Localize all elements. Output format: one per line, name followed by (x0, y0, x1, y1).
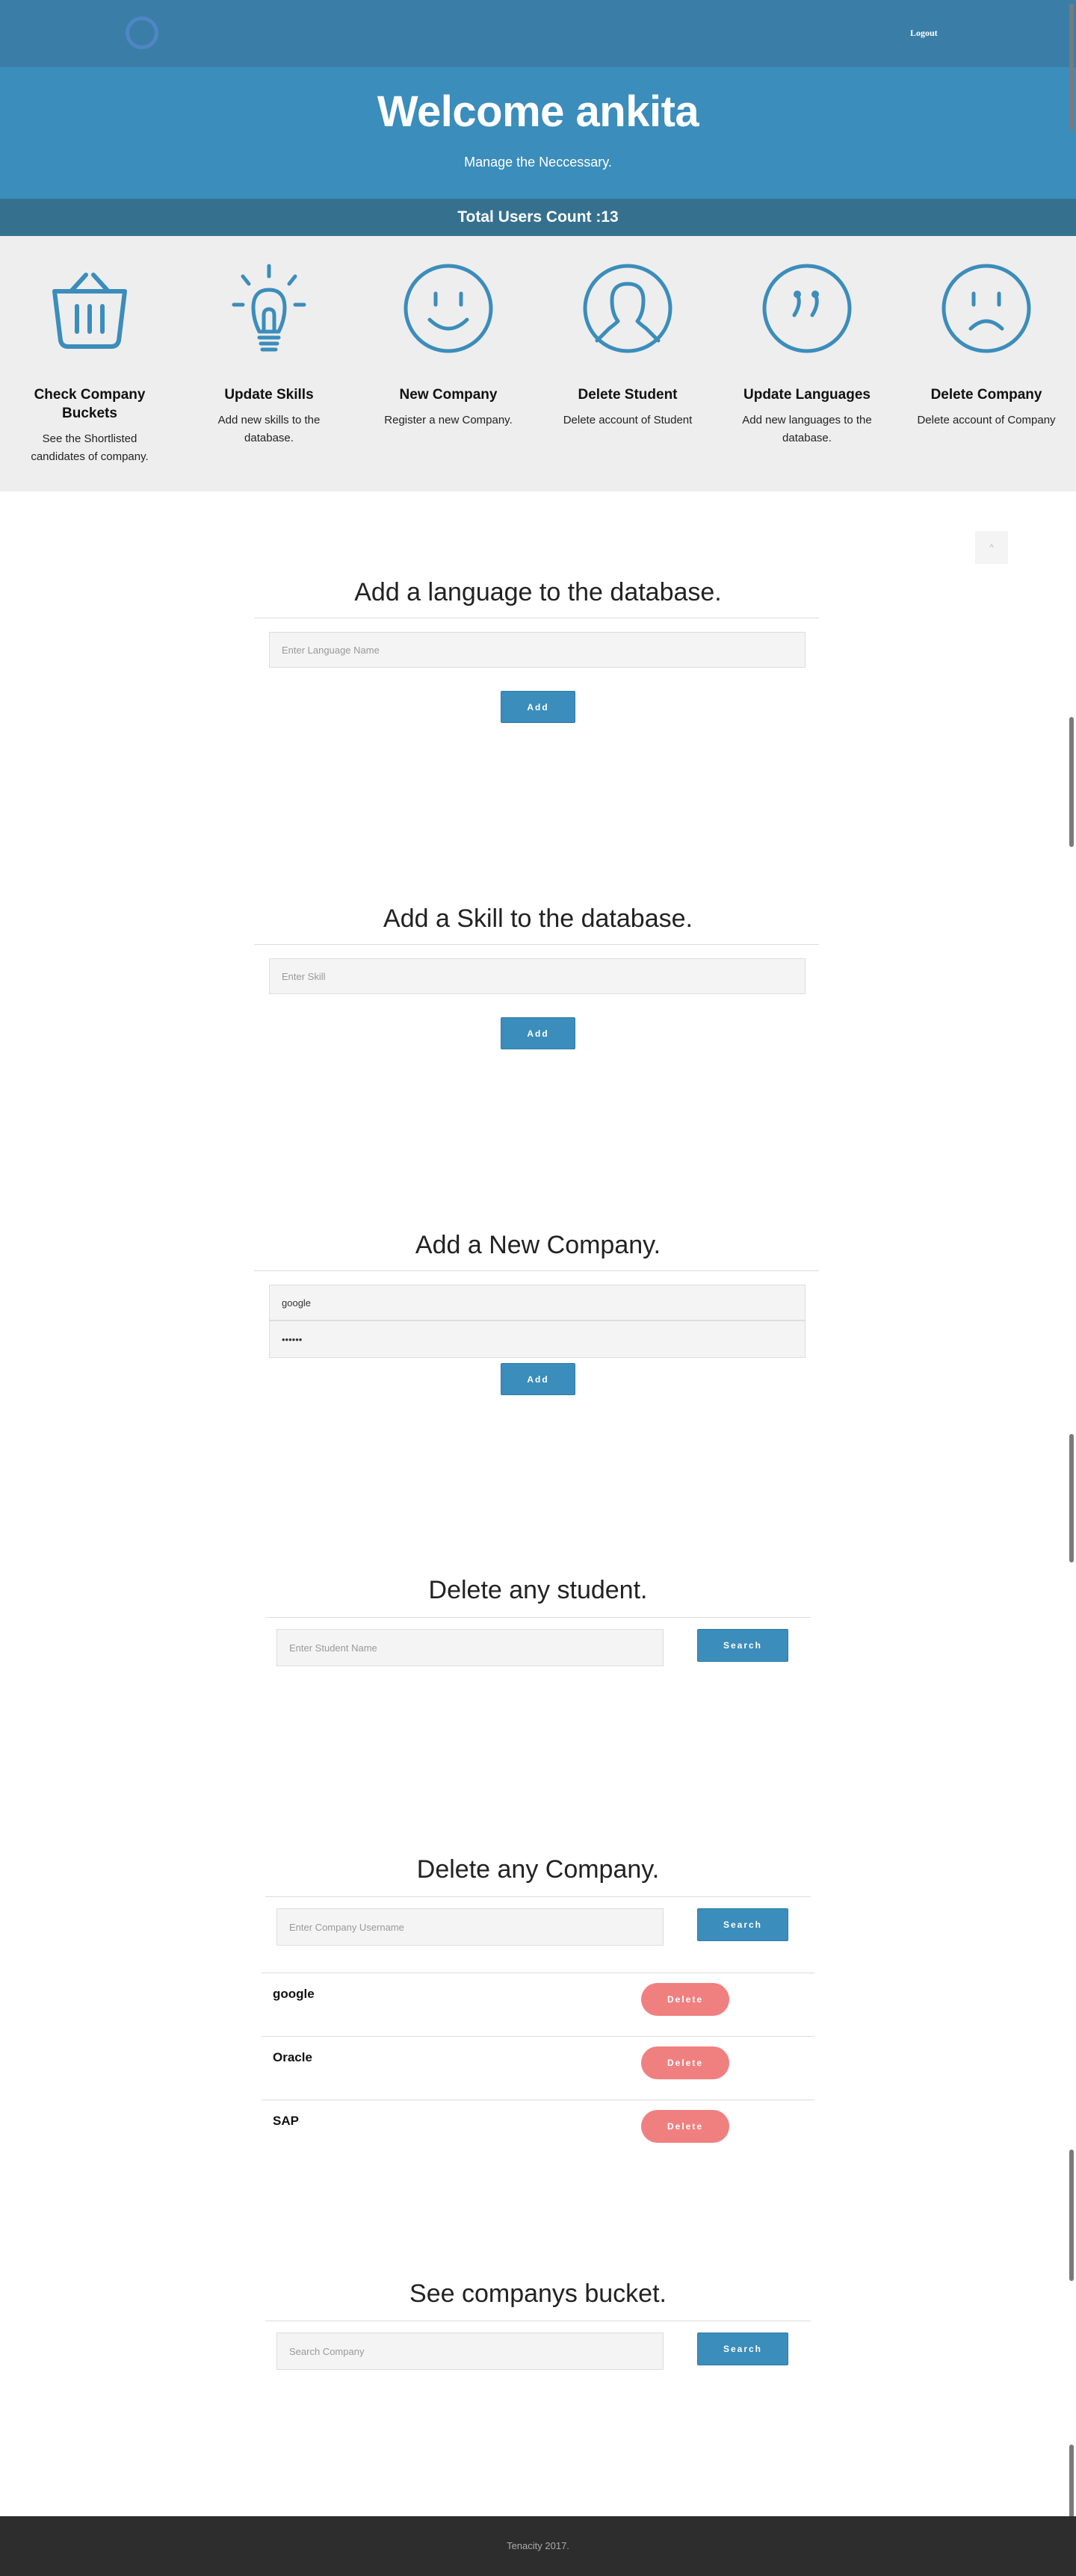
scrollbar-thumb[interactable] (1069, 2150, 1074, 2281)
feature-title: Update Languages (743, 387, 871, 403)
feature-title: Check Company Buckets (34, 387, 146, 421)
search-company-bucket-input[interactable] (276, 2333, 664, 2370)
top-navbar: Logout (0, 0, 1076, 67)
delete-company-button[interactable]: Delete (641, 2110, 729, 2143)
company-name: Oracle (273, 2050, 312, 2064)
company-username-input[interactable] (269, 1285, 806, 1320)
company-username-search-input[interactable] (276, 1908, 664, 1946)
delete-student-title: Delete any student. (428, 1576, 648, 1604)
logout-link[interactable]: Logout (910, 28, 938, 39)
divider (265, 1617, 811, 1618)
feature-title: Update Skills (224, 387, 314, 403)
company-bucket-title: See companys bucket. (409, 2279, 667, 2308)
scrollbar-thumb[interactable] (1069, 717, 1074, 847)
welcome-title: Welcome ankita (377, 87, 699, 136)
feature-delete-student[interactable]: Delete Student Delete account of Student (553, 236, 702, 429)
delete-company-button[interactable]: Delete (641, 2046, 729, 2079)
feature-desc: Register a new Company. (384, 414, 513, 426)
add-company-title: Add a New Company. (415, 1231, 661, 1259)
add-skill-button[interactable]: Add (501, 1017, 575, 1049)
feature-check-company-buckets[interactable]: Check Company Buckets See the Shortliste… (15, 236, 164, 466)
back-to-top-button[interactable]: ^ (975, 531, 1008, 564)
feature-title: New Company (399, 387, 498, 403)
feature-desc: See the Shortlisted candidates of compan… (31, 432, 149, 463)
feature-grid: Check Company Buckets See the Shortliste… (0, 236, 1076, 491)
company-password-input[interactable] (269, 1320, 806, 1358)
student-name-input[interactable] (276, 1629, 664, 1666)
smile-icon (404, 264, 493, 353)
welcome-subtitle: Manage the Neccessary. (464, 155, 612, 170)
company-name: SAP (273, 2114, 299, 2128)
search-bucket-button[interactable]: Search (697, 2333, 788, 2365)
divider (265, 1896, 811, 1897)
sad-face-icon (942, 264, 1031, 353)
add-skill-title: Add a Skill to the database. (383, 904, 693, 933)
feature-title: Delete Student (578, 387, 678, 403)
feature-delete-company[interactable]: Delete Company Delete account of Company (912, 236, 1061, 429)
delete-company-title: Delete any Company. (416, 1855, 660, 1884)
add-language-button[interactable]: Add (501, 691, 575, 723)
logo-icon[interactable] (126, 16, 158, 49)
skill-input[interactable] (269, 958, 806, 994)
scrollbar-thumb[interactable] (1069, 4, 1074, 131)
divider (254, 1270, 819, 1271)
feature-desc: Add new skills to the database. (217, 414, 321, 444)
language-name-input[interactable] (269, 632, 806, 668)
scrollbar-thumb[interactable] (1069, 1434, 1074, 1562)
search-company-button[interactable]: Search (697, 1908, 788, 1941)
delete-company-button[interactable]: Delete (641, 1983, 729, 2016)
divider (262, 2036, 814, 2037)
feature-new-company[interactable]: New Company Register a new Company. (374, 236, 523, 429)
add-company-button[interactable]: Add (501, 1363, 575, 1395)
divider (254, 944, 819, 945)
add-language-title: Add a language to the database. (354, 578, 722, 606)
feature-desc: Add new languages to the database. (742, 414, 872, 444)
feature-update-skills[interactable]: Update Skills Add new skills to the data… (194, 236, 344, 447)
footer: Tenacity 2017. (0, 2516, 1076, 2576)
company-name: google (273, 1987, 315, 2001)
hero-banner: Welcome ankita Manage the Neccessary. (0, 67, 1076, 199)
user-icon (583, 264, 672, 353)
feature-title: Delete Company (930, 387, 1042, 403)
total-users-count: Total Users Count :13 (0, 199, 1076, 236)
divider (262, 2099, 814, 2100)
feature-desc: Delete account of Company (917, 414, 1056, 426)
lightbulb-icon (232, 264, 306, 352)
quote-icon (762, 264, 852, 353)
basket-icon (52, 273, 127, 349)
footer-text: Tenacity 2017. (507, 2540, 569, 2551)
search-student-button[interactable]: Search (697, 1629, 788, 1662)
feature-desc: Delete account of Student (563, 414, 693, 426)
feature-update-languages[interactable]: Update Languages Add new languages to th… (732, 236, 882, 447)
